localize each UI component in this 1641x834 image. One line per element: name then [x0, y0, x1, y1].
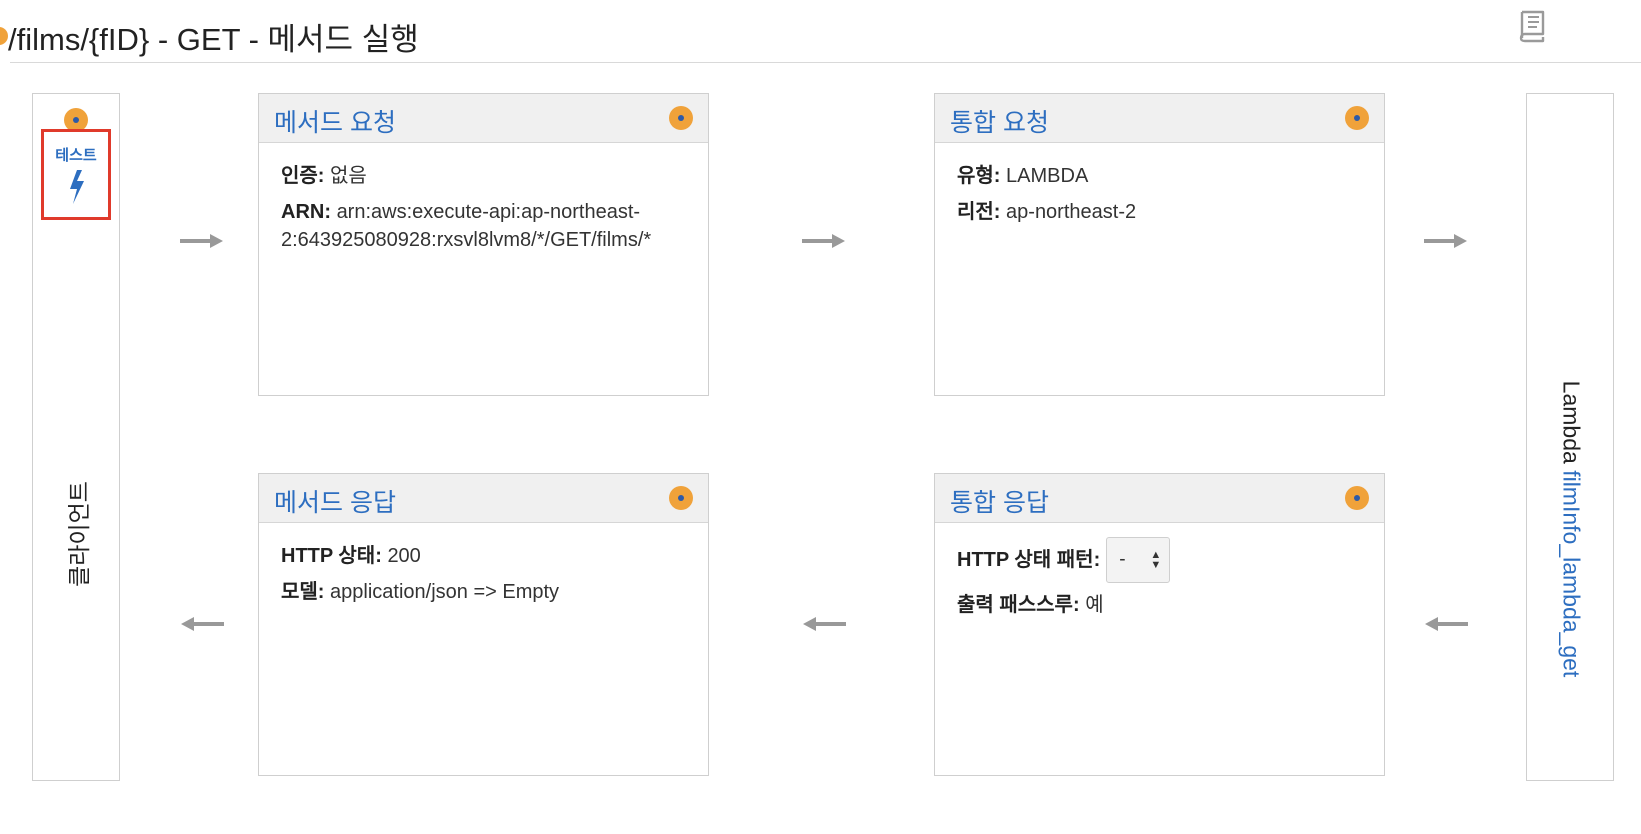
model-value: application/json => Empty	[330, 581, 560, 603]
model-key: 모델:	[281, 581, 325, 603]
auth-key: 인증:	[281, 165, 325, 187]
method-response-link[interactable]: 메서드 응답	[274, 483, 396, 519]
type-value: LAMBDA	[1006, 165, 1089, 187]
lambda-prefix: Lambda	[1558, 380, 1585, 464]
method-request-link[interactable]: 메서드 요청	[274, 103, 396, 139]
status-pattern-select[interactable]: - ▲ ▼	[1106, 537, 1171, 583]
arrow-left-icon	[181, 617, 224, 631]
method-request-card: 메서드 요청 인증: 없음 ARN: arn:aws:execute-api:a…	[258, 93, 709, 396]
lambda-label: Lambda filmInfo_lambda_get	[1558, 381, 1585, 678]
header-divider	[10, 62, 1641, 63]
method-request-header: 메서드 요청	[259, 94, 708, 143]
arn-row: ARN: arn:aws:execute-api:ap-northeast-2:…	[281, 198, 686, 254]
integration-request-card: 통합 요청 유형: LAMBDA 리전: ap-northeast-2	[934, 93, 1385, 396]
auth-value: 없음	[330, 165, 367, 187]
status-dot	[0, 27, 8, 45]
arn-key: ARN:	[281, 201, 331, 223]
passthrough-value: 예	[1085, 594, 1104, 616]
lambda-function-link[interactable]: filmInfo_lambda_get	[1559, 470, 1585, 677]
status-dot	[669, 486, 693, 510]
status-pattern-value: -	[1119, 549, 1126, 570]
arrow-left-icon	[1425, 617, 1468, 631]
integration-response-header: 통합 응답	[935, 474, 1384, 523]
passthrough-key: 출력 패스스루:	[957, 594, 1080, 616]
method-response-header: 메서드 응답	[259, 474, 708, 523]
status-dot	[1345, 106, 1369, 130]
lambda-panel: Lambda filmInfo_lambda_get	[1526, 93, 1614, 781]
arrow-right-icon	[802, 234, 845, 248]
integration-request-link[interactable]: 통합 요청	[950, 103, 1049, 139]
region-row: 리전: ap-northeast-2	[957, 198, 1362, 226]
type-key: 유형:	[957, 165, 1001, 187]
status-pattern-row: HTTP 상태 패턴: - ▲ ▼	[957, 537, 1362, 583]
select-arrows-icon: ▲ ▼	[1150, 549, 1162, 571]
arrow-right-icon	[180, 234, 223, 248]
book-icon[interactable]	[1516, 8, 1550, 44]
lightning-bolt-icon	[70, 170, 84, 204]
integration-response-card: 통합 응답 HTTP 상태 패턴: - ▲ ▼ 출력 패스스루: 예	[934, 473, 1385, 776]
arn-value: arn:aws:execute-api:ap-northeast-2:64392…	[281, 201, 652, 251]
status-dot	[669, 106, 693, 130]
arrow-right-icon	[1424, 234, 1467, 248]
model-row: 모델: application/json => Empty	[281, 578, 686, 606]
integration-response-link[interactable]: 통합 응답	[950, 483, 1049, 519]
page-title: /films/{fID} - GET - 메서드 실행	[8, 22, 419, 57]
test-label: 테스트	[55, 147, 97, 164]
passthrough-row: 출력 패스스루: 예	[957, 591, 1362, 619]
http-status-value: 200	[387, 545, 421, 567]
http-status-key: HTTP 상태:	[281, 545, 382, 567]
client-panel: 테스트 클라이언트	[32, 93, 120, 781]
client-label: 클라이언트	[66, 481, 92, 587]
type-row: 유형: LAMBDA	[957, 162, 1362, 190]
http-status-row: HTTP 상태: 200	[281, 542, 686, 570]
test-button[interactable]: 테스트	[41, 129, 111, 220]
integration-request-header: 통합 요청	[935, 94, 1384, 143]
arrow-left-icon	[803, 617, 846, 631]
status-pattern-key: HTTP 상태 패턴:	[957, 549, 1101, 571]
method-response-card: 메서드 응답 HTTP 상태: 200 모델: application/json…	[258, 473, 709, 776]
status-dot	[1345, 486, 1369, 510]
region-value: ap-northeast-2	[1006, 201, 1137, 223]
auth-row: 인증: 없음	[281, 162, 686, 190]
region-key: 리전:	[957, 201, 1001, 223]
